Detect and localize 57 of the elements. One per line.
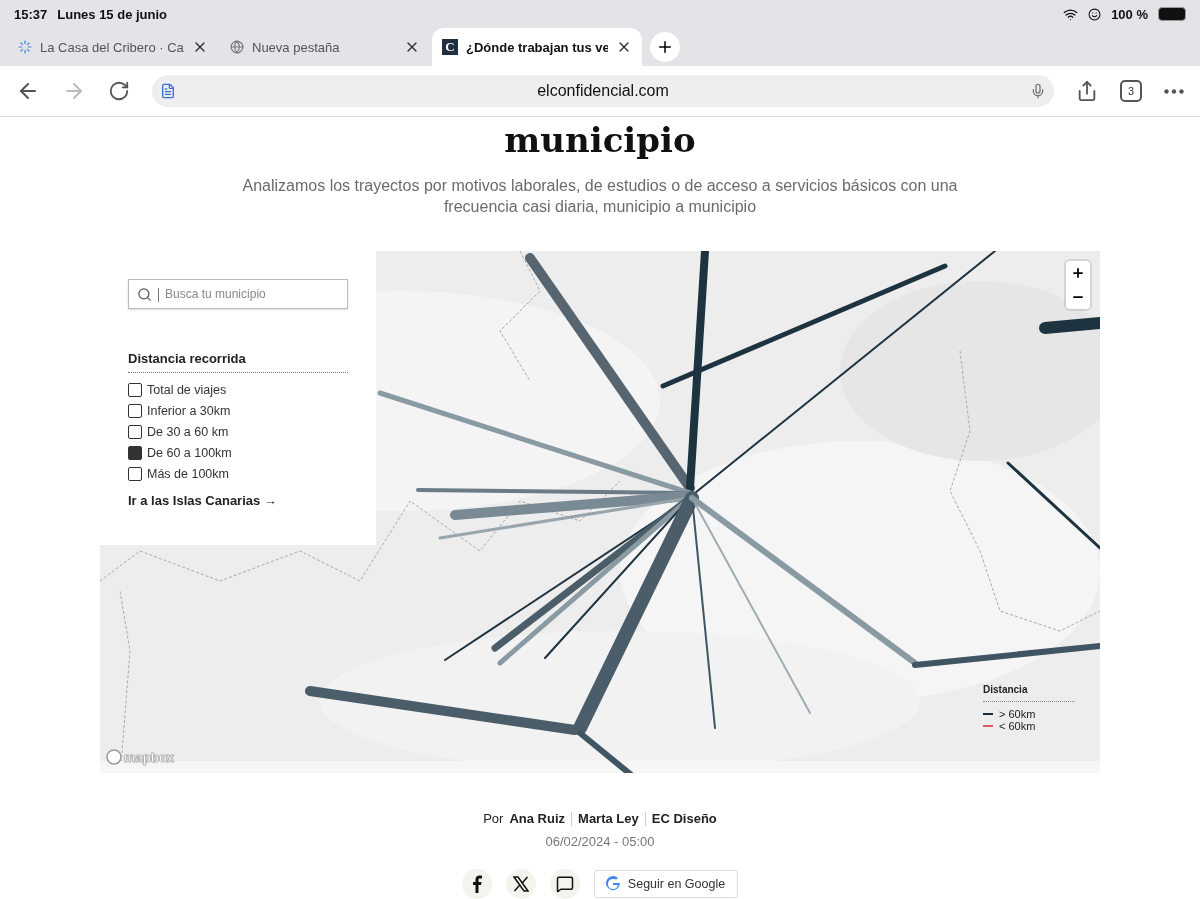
facebook-button[interactable]	[461, 869, 492, 899]
follow-google-button[interactable]: Seguir en Google	[593, 870, 739, 898]
checkbox-label: Inferior a 30km	[147, 404, 231, 418]
facebook-icon	[471, 875, 482, 893]
globe-icon	[230, 40, 244, 54]
x-icon	[512, 876, 529, 892]
checkbox-label: Total de viajes	[147, 383, 227, 397]
browser-tab[interactable]: La Casa del Cribero · Ca	[8, 28, 218, 66]
reload-button[interactable]	[108, 80, 130, 102]
author-name[interactable]: EC Diseño	[651, 811, 717, 826]
checkbox[interactable]	[128, 404, 142, 418]
flow-line	[1039, 317, 1100, 334]
checkbox[interactable]	[128, 425, 142, 439]
x-share-button[interactable]	[505, 869, 536, 899]
plus-icon	[1071, 266, 1085, 280]
author-name[interactable]: Ana Ruiz	[509, 811, 566, 826]
checkbox[interactable]	[128, 446, 142, 460]
checkbox-label: Más de 100km	[147, 467, 229, 481]
smiley-icon	[1088, 7, 1102, 21]
loading-icon	[18, 40, 32, 54]
search-field[interactable]: Busca tu municipio	[128, 279, 348, 309]
browser-tab[interactable]: Nueva pestaña	[220, 28, 430, 66]
status-time: 15:37	[14, 6, 48, 22]
checkbox[interactable]	[128, 383, 142, 397]
legend-label: < 60km	[999, 720, 1036, 732]
article-heading: municipio	[504, 119, 696, 161]
filter-title: Distancia recorrida	[128, 351, 348, 373]
site-logo: C	[442, 39, 458, 55]
tab-count-button[interactable]: 3	[1120, 80, 1142, 102]
google-icon	[604, 876, 621, 892]
byline-prefix: Por	[483, 811, 504, 826]
legend-title: Distancia	[983, 684, 1075, 702]
comment-icon	[555, 875, 574, 893]
author-name[interactable]: Marta Ley	[578, 811, 639, 826]
article-subtitle: Analizamos los trayectos por motivos laborales, de estudios o de acceso a servicios básicos con una frecuencia casi diaria, municipio a municipio	[241, 176, 959, 217]
search-icon	[137, 287, 152, 302]
map-attribution: mapbox	[124, 749, 174, 765]
comment-button[interactable]	[549, 869, 580, 899]
checkbox-label: De 30 a 60 km	[147, 425, 229, 439]
legend-label: > 60km	[999, 708, 1036, 720]
canary-islands-link[interactable]: Ir a las Islas Canarias →	[128, 493, 348, 508]
more-button[interactable]	[1164, 88, 1184, 94]
page-icon	[160, 83, 176, 99]
more-icon	[1164, 88, 1184, 94]
share-button[interactable]	[1076, 80, 1098, 102]
checkbox-label: De 60 a 100km	[147, 446, 232, 460]
battery-percent: 100 %	[1111, 6, 1148, 22]
microphone-icon[interactable]	[1030, 83, 1046, 99]
plus-icon	[656, 38, 674, 56]
address-bar[interactable]: elconfidencial.com	[152, 75, 1054, 107]
publish-date: 06/02/2024 - 05:00	[545, 834, 655, 849]
mapbox-logo-icon	[106, 749, 122, 765]
checkbox[interactable]	[128, 467, 142, 481]
wifi-icon	[1063, 6, 1079, 22]
new-tab-button[interactable]	[650, 32, 680, 62]
status-date: Lunes 15 de junio	[57, 6, 168, 22]
battery-icon	[1158, 7, 1186, 21]
